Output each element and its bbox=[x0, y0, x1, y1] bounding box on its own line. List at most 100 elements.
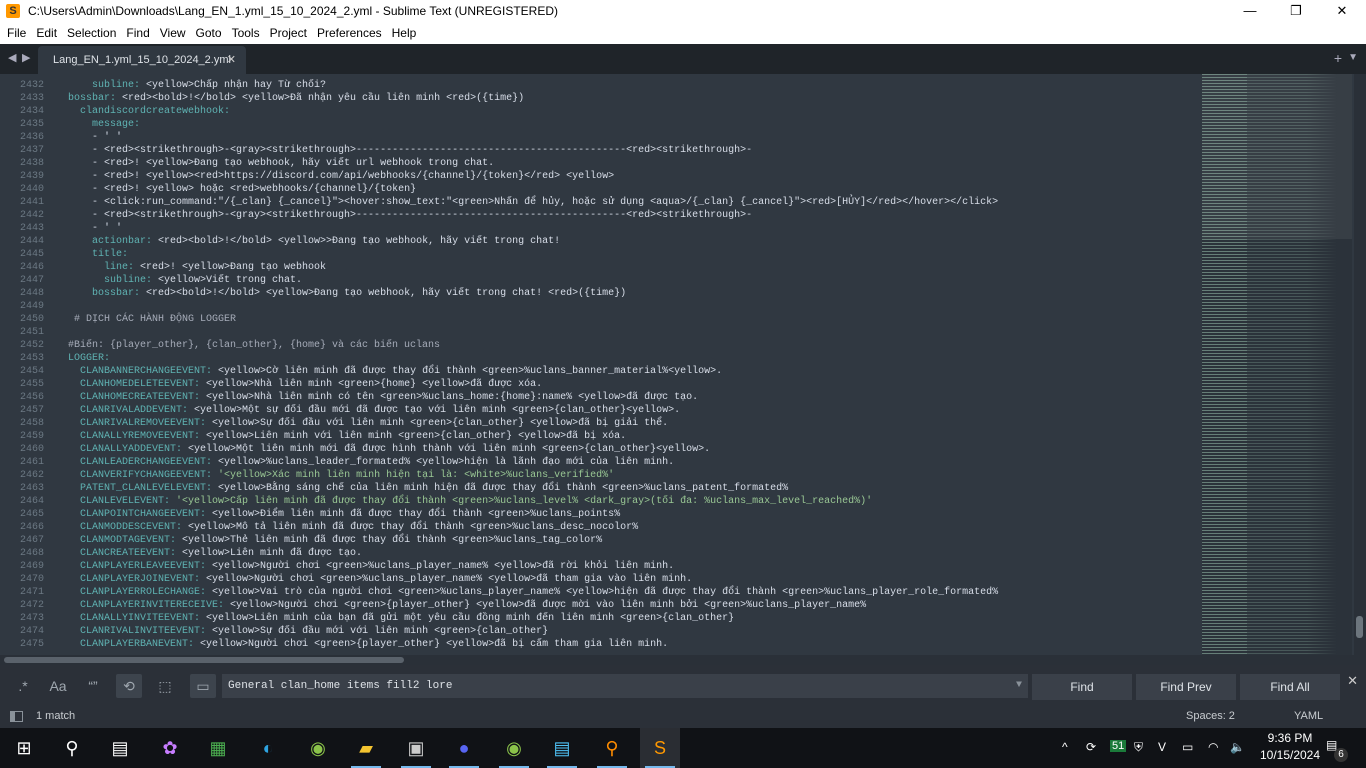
code-editor[interactable]: 2432 subline: <yellow>Chấp nhận hay Từ c… bbox=[0, 74, 1200, 655]
code-line[interactable]: 2454 CLANBANNERCHANGEEVENT: <yellow>Cờ l… bbox=[0, 365, 1200, 378]
code-line[interactable]: 2465 CLANPOINTCHANGEEVENT: <yellow>Điểm … bbox=[0, 508, 1200, 521]
menu-project[interactable]: Project bbox=[265, 26, 312, 40]
battery-icon[interactable]: ▭ bbox=[1182, 740, 1193, 754]
menu-help[interactable]: Help bbox=[387, 26, 422, 40]
control-panel-icon[interactable]: ▤ bbox=[542, 728, 582, 768]
code-line[interactable]: 2442 - <red><strikethrough>-<gray><strik… bbox=[0, 209, 1200, 222]
highlight-matches-toggle-icon[interactable]: ▭ bbox=[190, 674, 216, 698]
code-line[interactable]: 2441 - <click:run_command:"/{_clan} {_ca… bbox=[0, 196, 1200, 209]
code-line[interactable]: 2448 bossbar: <red><bold>!</bold> <yello… bbox=[0, 287, 1200, 300]
new-tab-icon[interactable]: + bbox=[1334, 50, 1342, 66]
volume-icon[interactable]: 🔈 bbox=[1230, 740, 1245, 754]
tab-prev-icon[interactable]: ◀ bbox=[8, 51, 16, 64]
code-line[interactable]: 2459 CLANALLYREMOVEEVENT: <yellow>Liên m… bbox=[0, 430, 1200, 443]
code-line[interactable]: 2456 CLANHOMECREATEEVENT: <yellow>Nhà li… bbox=[0, 391, 1200, 404]
code-line[interactable]: 2436 - ' ' bbox=[0, 131, 1200, 144]
code-line[interactable]: 2463 PATENT_CLANLEVELEVENT: <yellow>Bằng… bbox=[0, 482, 1200, 495]
code-line[interactable]: 2460 CLANALLYADDEVENT: <yellow>Một liên … bbox=[0, 443, 1200, 456]
find-close-icon[interactable]: ✕ bbox=[1347, 673, 1358, 689]
menu-selection[interactable]: Selection bbox=[62, 26, 121, 40]
find-button[interactable]: Find bbox=[1032, 674, 1132, 700]
tab-next-icon[interactable]: ▶ bbox=[22, 51, 30, 64]
find-all-button[interactable]: Find All bbox=[1240, 674, 1340, 700]
code-line[interactable]: 2474 CLANRIVALINVITEEVENT: <yellow>Sự đố… bbox=[0, 625, 1200, 638]
microsoft-store-icon[interactable]: ▦ bbox=[198, 728, 238, 768]
code-line[interactable]: 2438 - <red>! <yellow>Đang tạo webhook, … bbox=[0, 157, 1200, 170]
code-line[interactable]: 2446 line: <red>! <yellow>Đang tạo webho… bbox=[0, 261, 1200, 274]
code-line[interactable]: 2434 clandiscordcreatewebhook: bbox=[0, 105, 1200, 118]
syntax-status[interactable]: YAML bbox=[1294, 710, 1323, 722]
clock-date[interactable]: 10/15/2024 bbox=[1252, 748, 1328, 762]
code-line[interactable]: 2461 CLANLEADERCHANGEEVENT: <yellow>%ucl… bbox=[0, 456, 1200, 469]
code-line[interactable]: 2467 CLANMODTAGEVENT: <yellow>Thẻ liên m… bbox=[0, 534, 1200, 547]
code-line[interactable]: 2457 CLANRIVALADDEVENT: <yellow>Một sự đ… bbox=[0, 404, 1200, 417]
code-line[interactable]: 2458 CLANRIVALREMOVEEVENT: <yellow>Sự đố… bbox=[0, 417, 1200, 430]
file-explorer-icon[interactable]: ▰ bbox=[346, 728, 386, 768]
code-line[interactable]: 2471 CLANPLAYERROLECHANGE: <yellow>Vai t… bbox=[0, 586, 1200, 599]
horizontal-scroll-thumb[interactable] bbox=[4, 657, 404, 663]
code-line[interactable]: 2443 - ' ' bbox=[0, 222, 1200, 235]
security-shield-icon[interactable]: ⛨ bbox=[1134, 740, 1143, 755]
tab-list-chevron-icon[interactable]: ▼ bbox=[1348, 52, 1358, 63]
search-icon[interactable]: ⚲ bbox=[52, 728, 92, 768]
code-line[interactable]: 2440 - <red>! <yellow> hoặc <red>webhook… bbox=[0, 183, 1200, 196]
start-windows-icon[interactable]: ⊞ bbox=[4, 728, 44, 768]
panel-toggle-icon[interactable] bbox=[10, 711, 23, 722]
code-line[interactable]: 2432 subline: <yellow>Chấp nhận hay Từ c… bbox=[0, 79, 1200, 92]
tab-close-icon[interactable]: ✕ bbox=[227, 46, 236, 74]
wifi-icon[interactable]: ◠ bbox=[1208, 740, 1218, 754]
case-sensitive-toggle[interactable]: Aa bbox=[45, 674, 71, 698]
vertical-scroll-thumb[interactable] bbox=[1356, 616, 1363, 638]
tray-overflow-chevron-icon[interactable]: ^ bbox=[1062, 740, 1068, 754]
find-history-chevron-icon[interactable]: ▼ bbox=[1016, 674, 1022, 698]
horizontal-scrollbar[interactable] bbox=[0, 655, 1366, 665]
code-line[interactable]: 2475 CLANPLAYERBANEVENT: <yellow>Người c… bbox=[0, 638, 1200, 651]
find-input[interactable]: General clan_home items fill2 lore ▼ bbox=[222, 674, 1028, 698]
code-line[interactable]: 2444 actionbar: <red><bold>!</bold> <yel… bbox=[0, 235, 1200, 248]
coccoc-browser-icon[interactable]: ◉ bbox=[298, 728, 338, 768]
minimap-viewport[interactable] bbox=[1202, 74, 1352, 239]
menu-edit[interactable]: Edit bbox=[31, 26, 62, 40]
tray-sync-icon[interactable]: ⟳ bbox=[1086, 740, 1096, 754]
menu-preferences[interactable]: Preferences bbox=[312, 26, 387, 40]
in-selection-toggle-icon[interactable]: ⬚ bbox=[152, 674, 178, 698]
regex-toggle[interactable]: .* bbox=[10, 674, 36, 698]
code-line[interactable]: 2450 # DỊCH CÁC HÀNH ĐỘNG LOGGER bbox=[0, 313, 1200, 326]
wrap-toggle-icon[interactable]: ⟲ bbox=[116, 674, 142, 698]
code-line[interactable]: 2453 LOGGER: bbox=[0, 352, 1200, 365]
menu-find[interactable]: Find bbox=[121, 26, 154, 40]
code-line[interactable]: 2473 CLANALLYINVITEEVENT: <yellow>Liên m… bbox=[0, 612, 1200, 625]
code-line[interactable]: 2466 CLANMODDESCEVENT: <yellow>Mô tả liê… bbox=[0, 521, 1200, 534]
code-line[interactable]: 2449 bbox=[0, 300, 1200, 313]
whole-word-toggle[interactable]: “” bbox=[80, 674, 106, 698]
minimap[interactable] bbox=[1202, 74, 1352, 655]
menu-goto[interactable]: Goto bbox=[191, 26, 227, 40]
code-line[interactable]: 2472 CLANPLAYERINVITERECEIVE: <yellow>Ng… bbox=[0, 599, 1200, 612]
code-line[interactable]: 2433 bossbar: <red><bold>!</bold> <yellow… bbox=[0, 92, 1200, 105]
vertical-scrollbar[interactable] bbox=[1354, 74, 1366, 655]
code-line[interactable]: 2445 title: bbox=[0, 248, 1200, 261]
code-line[interactable]: 2437 - <red><strikethrough>-<gray><strik… bbox=[0, 144, 1200, 157]
indentation-status[interactable]: Spaces: 2 bbox=[1186, 710, 1235, 722]
code-line[interactable]: 2470 CLANPLAYERJOINEVENT: <yellow>Người … bbox=[0, 573, 1200, 586]
code-line[interactable]: 2464 CLANLEVELEVENT: '<yellow>Cấp liên m… bbox=[0, 495, 1200, 508]
tab-active-file[interactable]: Lang_EN_1.yml_15_10_2024_2.yml ✕ bbox=[38, 46, 246, 74]
code-line[interactable]: 2469 CLANPLAYERLEAVEEVENT: <yellow>Người… bbox=[0, 560, 1200, 573]
code-line[interactable]: 2439 - <red>! <yellow><red>https://disco… bbox=[0, 170, 1200, 183]
menu-file[interactable]: File bbox=[2, 26, 31, 40]
coccoc-profile-icon[interactable]: ◉ bbox=[494, 728, 534, 768]
copilot-icon[interactable]: ✿ bbox=[150, 728, 190, 768]
minimize-button[interactable]: — bbox=[1227, 0, 1273, 22]
terminal-icon[interactable]: ▣ bbox=[396, 728, 436, 768]
code-line[interactable]: 2455 CLANHOMEDELETEEVENT: <yellow>Nhà li… bbox=[0, 378, 1200, 391]
code-line[interactable]: 2451 bbox=[0, 326, 1200, 339]
clock-time[interactable]: 9:36 PM bbox=[1258, 731, 1322, 745]
discord-icon[interactable]: ● bbox=[444, 728, 484, 768]
menu-view[interactable]: View bbox=[155, 26, 191, 40]
task-view-icon[interactable]: ▤ bbox=[100, 728, 140, 768]
find-prev-button[interactable]: Find Prev bbox=[1136, 674, 1236, 700]
code-line[interactable]: 2462 CLANVERIFYCHANGEEVENT: '<yellow>Xác… bbox=[0, 469, 1200, 482]
code-line[interactable]: 2447 subline: <yellow>Viết trong chat. bbox=[0, 274, 1200, 287]
code-line[interactable]: 2435 message: bbox=[0, 118, 1200, 131]
close-window-button[interactable]: ✕ bbox=[1319, 0, 1365, 22]
